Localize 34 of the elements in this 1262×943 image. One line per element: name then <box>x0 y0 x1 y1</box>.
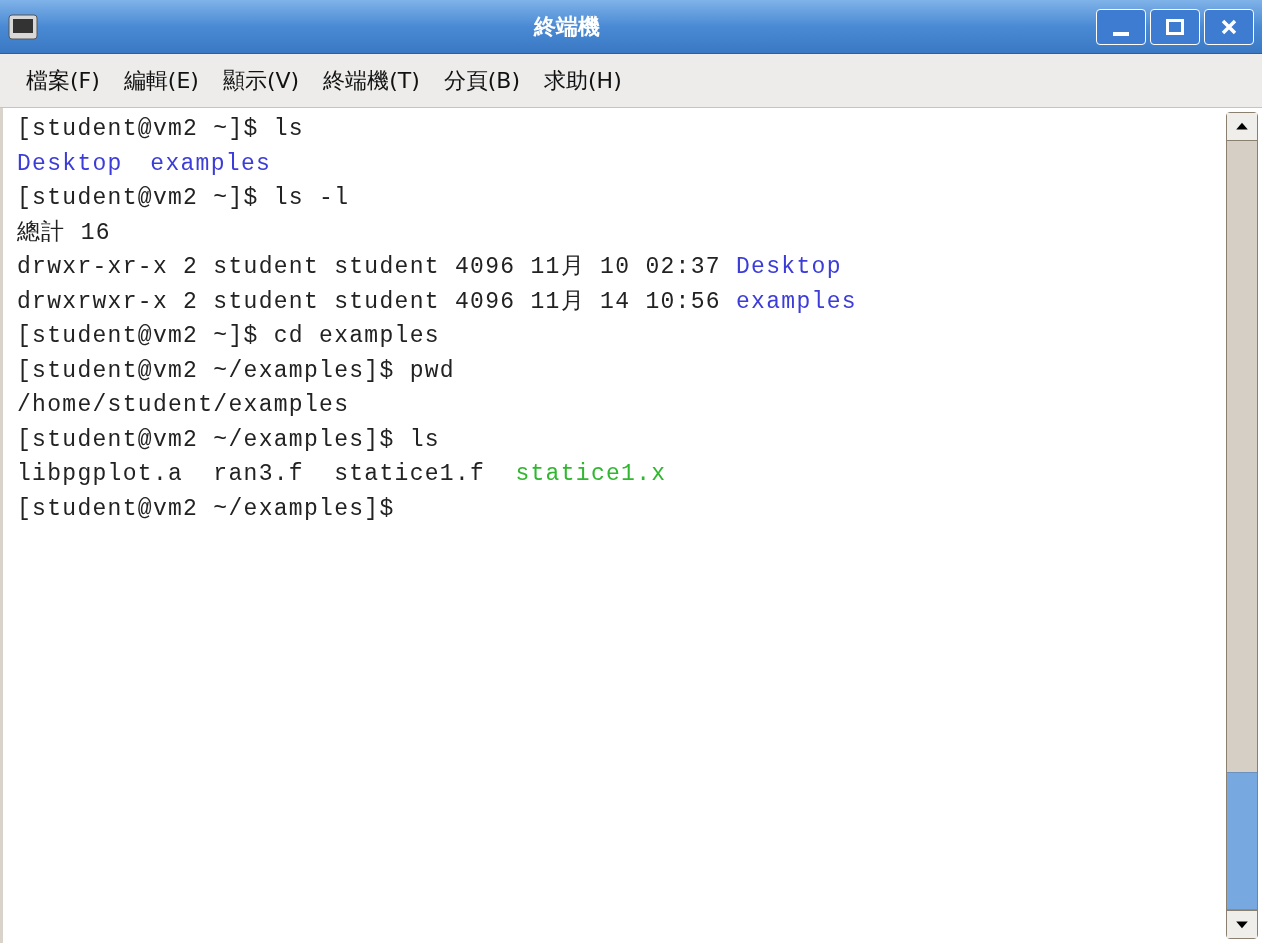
menu-item[interactable]: 終端機(T) <box>317 64 426 97</box>
scroll-up-icon[interactable] <box>1227 113 1257 141</box>
terminal-text: [student@vm2 ~]$ ls -l <box>17 185 350 211</box>
menu-item[interactable]: 編輯(E) <box>117 64 205 97</box>
directory-name: examples <box>736 288 857 315</box>
directory-name: Desktop <box>736 254 842 280</box>
close-button[interactable] <box>1204 8 1254 45</box>
terminal-text: /home/student/examples <box>17 392 350 418</box>
terminal-text: [student@vm2 ~]$ ls <box>17 116 304 142</box>
terminal-text: drwxrwxr-x 2 student student 4096 11月 14 10:56 <box>17 288 722 315</box>
terminal-text: 總計 16 <box>17 219 111 246</box>
directory-name: Desktop <box>17 150 123 177</box>
terminal-icon[interactable] <box>8 13 38 40</box>
menu-item[interactable]: 顯示(V) <box>216 64 306 97</box>
terminal-text: [student@vm2 ~/examples]$ <box>17 495 395 522</box>
terminal-text: libpgplot.a ran3.f statice1.f <box>17 461 487 487</box>
directory-name: examples <box>150 150 272 177</box>
terminal-text: [student@vm2 ~/examples]$ ls <box>17 426 440 453</box>
window-title: 終端機 <box>534 13 600 41</box>
menu-item[interactable]: 分頁(B) <box>437 64 526 97</box>
minimize-icon <box>1113 31 1129 36</box>
terminal-text: drwxr-xr-x 2 student student 4096 11月 10 02:37 <box>17 254 722 280</box>
scrollbar[interactable] <box>1226 112 1258 939</box>
maximize-icon <box>1166 18 1184 35</box>
minimize-button[interactable] <box>1096 8 1146 45</box>
executable-name: statice1.x <box>515 461 667 487</box>
scroll-down-icon[interactable] <box>1227 910 1257 938</box>
maximize-button[interactable] <box>1150 8 1200 45</box>
menu-item[interactable]: 求助(H) <box>538 64 628 97</box>
terminal-text: [student@vm2 ~]$ cd examples <box>17 323 440 349</box>
menu-item[interactable]: 檔案(F) <box>20 64 106 97</box>
close-icon <box>1221 18 1237 35</box>
scroll-thumb[interactable] <box>1227 772 1257 910</box>
terminal-text: [student@vm2 ~/examples]$ pwd <box>17 357 455 384</box>
